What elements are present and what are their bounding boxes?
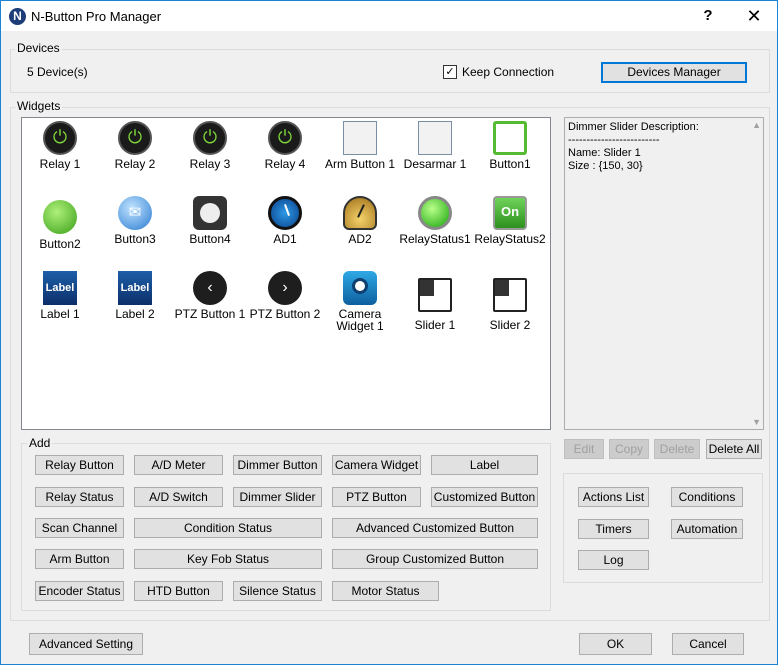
conditions-button[interactable]: Conditions xyxy=(671,487,743,507)
power-icon xyxy=(193,121,227,155)
power-icon xyxy=(118,121,152,155)
cancel-button[interactable]: Cancel xyxy=(672,633,744,655)
widget-relay-3[interactable]: Relay 3 xyxy=(172,121,248,170)
add-customized-button[interactable]: Customized Button xyxy=(431,487,538,507)
label-icon: Label xyxy=(43,271,77,305)
add-advanced-customized-button[interactable]: Advanced Customized Button xyxy=(332,518,538,538)
widget-ad2[interactable]: AD2 xyxy=(322,196,398,245)
square-button-icon xyxy=(418,121,452,155)
window-title: N-Button Pro Manager xyxy=(31,9,162,24)
add-htd-button[interactable]: HTD Button xyxy=(134,581,223,601)
delete-button[interactable]: Delete xyxy=(654,439,700,459)
description-panel[interactable]: Dimmer Slider Description: -------------… xyxy=(564,117,764,430)
widget-slider-2[interactable]: Slider 2 xyxy=(472,271,548,331)
advanced-setting-button[interactable]: Advanced Setting xyxy=(29,633,143,655)
widgets-canvas[interactable]: Relay 1 Relay 2 Relay 3 Relay 4 Arm Butt… xyxy=(21,117,551,430)
gold-gauge-icon xyxy=(343,196,377,230)
widget-button2[interactable]: Button2 xyxy=(22,196,98,250)
widget-ptz-button-2[interactable]: › PTZ Button 2 xyxy=(247,271,323,320)
scroll-down-icon[interactable]: ▼ xyxy=(752,417,761,427)
add-group-label: Add xyxy=(27,436,53,450)
keep-connection-label: Keep Connection xyxy=(462,65,555,79)
widget-relaystatus1[interactable]: RelayStatus1 xyxy=(397,196,473,245)
add-dimmer-slider-button[interactable]: Dimmer Slider xyxy=(233,487,322,507)
log-button[interactable]: Log xyxy=(578,550,649,570)
copy-button[interactable]: Copy xyxy=(609,439,649,459)
green-led-icon xyxy=(418,196,452,230)
add-encoder-status-button[interactable]: Encoder Status xyxy=(35,581,124,601)
edit-button[interactable]: Edit xyxy=(564,439,604,459)
widget-camera-widget-1[interactable]: Camera Widget 1 xyxy=(322,271,398,332)
add-silence-status-button[interactable]: Silence Status xyxy=(233,581,322,601)
widget-button4[interactable]: Button4 xyxy=(172,196,248,245)
mail-button-icon xyxy=(118,196,152,230)
on-switch-icon: On xyxy=(493,196,527,230)
keep-connection-checkbox[interactable]: ✓ xyxy=(443,65,457,79)
widget-relay-4[interactable]: Relay 4 xyxy=(247,121,323,170)
widget-desarmar-1[interactable]: Desarmar 1 xyxy=(397,121,473,170)
add-scan-channel-button[interactable]: Scan Channel xyxy=(35,518,124,538)
green-square-button-icon xyxy=(493,121,527,155)
widget-slider-1[interactable]: Slider 1 xyxy=(397,271,473,331)
title-bar: N N-Button Pro Manager ? ✕ xyxy=(1,1,777,31)
widgets-group-label: Widgets xyxy=(15,99,63,113)
devices-manager-button[interactable]: Devices Manager xyxy=(601,62,747,83)
add-relay-status-button[interactable]: Relay Status xyxy=(35,487,124,507)
timers-button[interactable]: Timers xyxy=(578,519,649,539)
delete-all-button[interactable]: Delete All xyxy=(706,439,762,459)
ptz-right-icon: › xyxy=(268,271,302,305)
slider-icon xyxy=(418,278,452,312)
main-window: N N-Button Pro Manager ? ✕ Devices 5 Dev… xyxy=(0,0,778,665)
widget-relaystatus2[interactable]: On RelayStatus2 xyxy=(472,196,548,245)
ok-button[interactable]: OK xyxy=(579,633,652,655)
actions-list-button[interactable]: Actions List xyxy=(578,487,649,507)
close-button[interactable]: ✕ xyxy=(731,1,777,31)
widget-relay-2[interactable]: Relay 2 xyxy=(97,121,173,170)
power-icon xyxy=(268,121,302,155)
widget-relay-1[interactable]: Relay 1 xyxy=(22,121,98,170)
description-text: Dimmer Slider Description: -------------… xyxy=(568,121,699,172)
devices-group-label: Devices xyxy=(15,41,62,55)
green-ellipse-button-icon xyxy=(43,200,77,234)
add-arm-button[interactable]: Arm Button xyxy=(35,549,124,569)
add-ptz-button[interactable]: PTZ Button xyxy=(332,487,421,507)
round-button-icon xyxy=(193,196,227,230)
square-button-icon xyxy=(343,121,377,155)
ptz-left-icon: ‹ xyxy=(193,271,227,305)
add-ad-switch-button[interactable]: A/D Switch xyxy=(134,487,223,507)
widget-button3[interactable]: Button3 xyxy=(97,196,173,245)
blue-gauge-icon xyxy=(268,196,302,230)
add-label-button[interactable]: Label xyxy=(431,455,538,475)
help-button[interactable]: ? xyxy=(685,1,731,31)
device-count: 5 Device(s) xyxy=(27,65,88,79)
widget-ptz-button-1[interactable]: ‹ PTZ Button 1 xyxy=(172,271,248,320)
add-dimmer-button[interactable]: Dimmer Button xyxy=(233,455,322,475)
widget-label-2[interactable]: Label Label 2 xyxy=(97,271,173,320)
label-icon: Label xyxy=(118,271,152,305)
add-condition-status-button[interactable]: Condition Status xyxy=(134,518,322,538)
add-group-customized-button[interactable]: Group Customized Button xyxy=(332,549,538,569)
add-ad-meter-button[interactable]: A/D Meter xyxy=(134,455,223,475)
add-key-fob-status-button[interactable]: Key Fob Status xyxy=(134,549,322,569)
add-camera-widget-button[interactable]: Camera Widget xyxy=(332,455,421,475)
add-motor-status-button[interactable]: Motor Status xyxy=(332,581,439,601)
widget-button1[interactable]: Button1 xyxy=(472,121,548,170)
power-icon xyxy=(43,121,77,155)
camera-icon xyxy=(343,271,377,305)
add-relay-button[interactable]: Relay Button xyxy=(35,455,124,475)
scroll-up-icon[interactable]: ▲ xyxy=(752,120,761,130)
app-logo-icon: N xyxy=(9,8,26,25)
widget-ad1[interactable]: AD1 xyxy=(247,196,323,245)
automation-button[interactable]: Automation xyxy=(671,519,743,539)
widget-arm-button-1[interactable]: Arm Button 1 xyxy=(322,121,398,170)
widget-label-1[interactable]: Label Label 1 xyxy=(22,271,98,320)
slider-icon xyxy=(493,278,527,312)
